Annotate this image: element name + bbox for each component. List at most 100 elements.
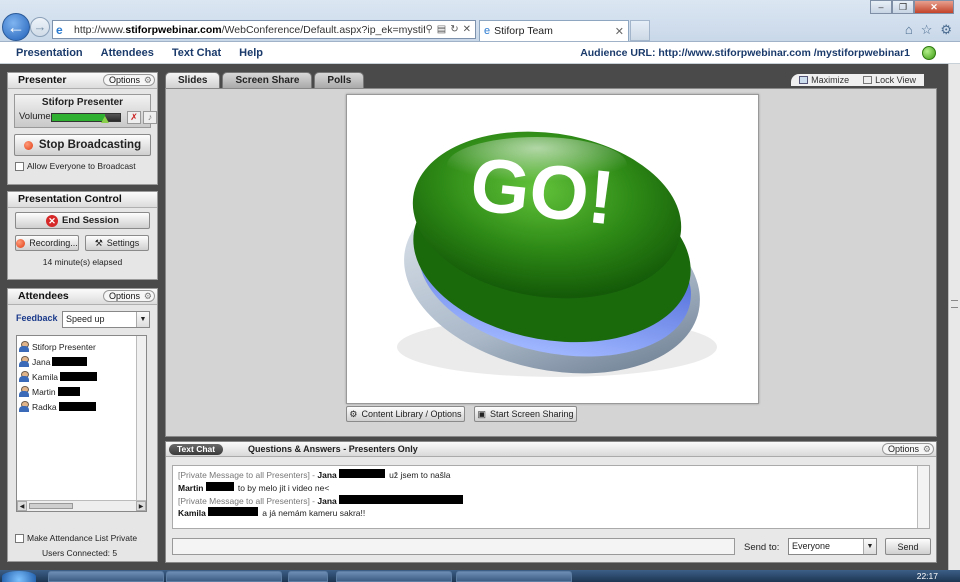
redacted-surname [52, 357, 88, 366]
home-icon[interactable]: ⌂ [905, 22, 913, 38]
favorites-star-icon[interactable]: ☆ [921, 22, 933, 38]
private-list-checkbox[interactable] [15, 533, 24, 543]
attendee-name: Stiforp Presenter [32, 341, 96, 352]
new-tab-button[interactable] [630, 20, 650, 41]
presenter-panel-header: Presenter Options ⚙ [8, 73, 157, 89]
allow-everyone-checkbox[interactable] [15, 161, 24, 171]
minimize-icon[interactable]: – [870, 0, 892, 14]
close-window-icon[interactable]: ✕ [914, 0, 954, 14]
menu-presentation[interactable]: Presentation [16, 47, 83, 59]
attendee-name: Radka [32, 401, 57, 412]
attendee-row[interactable]: Stiforp Presenter [17, 339, 146, 354]
tab-text-chat[interactable]: Text Chat [169, 444, 224, 455]
stage-tools: Maximize Lock View [791, 74, 924, 86]
browser-tab[interactable]: e Stiforp Team ✕ [479, 20, 629, 41]
send-to-select[interactable]: Everyone ▼ [788, 538, 877, 555]
maximize-button[interactable]: Maximize [799, 75, 849, 85]
back-icon[interactable]: ← [2, 13, 30, 41]
chat-options-button[interactable]: Options ⚙ [881, 443, 934, 455]
content-library-button[interactable]: ⚙ Content Library / Options [346, 406, 465, 422]
private-list-label: Make Attendance List Private [27, 533, 138, 543]
tab-slides[interactable]: Slides [165, 72, 221, 88]
attendee-list-vscrollbar[interactable] [136, 336, 146, 502]
app-menubar: Presentation Attendees Text Chat Help Au… [0, 42, 960, 64]
settings-button[interactable]: ⚒ Settings [85, 235, 149, 251]
gear-icon[interactable]: ⚙ [940, 22, 952, 38]
tab-polls[interactable]: Polls [314, 72, 365, 88]
chat-message: Kamila a já nemám kameru sakra!! [178, 507, 366, 519]
chat-log: [Private Message to all Presenters] - Ja… [172, 465, 930, 529]
scroll-right-icon[interactable]: ▶ [136, 501, 146, 511]
end-session-button[interactable]: ✕ End Session [15, 212, 150, 229]
window-controls: – ❐ ✕ [870, 0, 954, 14]
lock-view-button[interactable]: Lock View [863, 75, 916, 85]
url-text[interactable]: http://www.stiforpwebinar.com/WebConfere… [74, 24, 425, 36]
volume-slider-handle[interactable] [101, 116, 109, 123]
attendee-row[interactable]: Martin [17, 384, 146, 399]
attendee-list-hscrollbar[interactable]: ◀ ▶ [17, 500, 146, 511]
presentation-control-panel: Presentation Control ✕ End Session Recor… [7, 191, 158, 280]
settings-wrench-icon: ⚒ [94, 237, 103, 248]
menu-attendees[interactable]: Attendees [101, 47, 154, 59]
forward-icon[interactable]: → [30, 17, 50, 37]
attendee-row[interactable]: Jana [17, 354, 146, 369]
presentation-control-header: Presentation Control [8, 192, 157, 208]
start-button[interactable] [2, 571, 36, 582]
browser-tab-title: Stiforp Team [494, 25, 553, 37]
chat-message: Martin to by melo jit i video ne< [178, 481, 330, 493]
feedback-select[interactable]: Speed up ▼ [62, 311, 150, 328]
search-icon[interactable]: ⚲ [425, 24, 432, 35]
close-tab-icon[interactable]: ✕ [615, 25, 624, 38]
audience-url: Audience URL: http://www.stiforpwebinar.… [580, 47, 910, 59]
page-scrollbar[interactable] [948, 64, 960, 570]
compat-view-icon[interactable]: ▤ [437, 24, 446, 35]
recording-button[interactable]: Recording... [15, 235, 79, 251]
end-session-icon: ✕ [45, 214, 58, 227]
chat-header: Text Chat Questions & Answers - Presente… [166, 442, 936, 457]
stop-broadcasting-button[interactable]: Stop Broadcasting [14, 134, 151, 156]
presenter-options-button[interactable]: Options ⚙ [102, 74, 155, 86]
slide-go-text: GO! [467, 142, 619, 242]
volume-label: Volume: [19, 111, 54, 122]
ie-tab-icon: e [484, 25, 491, 37]
slide-stage: Maximize Lock View GO! ⚙ Content Library… [165, 74, 937, 437]
presentation-control-title: Presentation Control [18, 193, 122, 205]
gear-icon: ⚙ [143, 291, 152, 301]
taskbar-app[interactable] [456, 571, 572, 582]
elapsed-time: 14 minute(s) elapsed [42, 257, 123, 267]
chat-message: [Private Message to all Presenters] - Ja… [178, 469, 451, 480]
menu-text-chat[interactable]: Text Chat [172, 47, 221, 59]
send-button[interactable]: Send [885, 538, 931, 555]
menu-help[interactable]: Help [239, 47, 263, 59]
chevron-down-icon: ▼ [863, 539, 876, 554]
start-screen-sharing-button[interactable]: ▣ Start Screen Sharing [474, 406, 577, 422]
record-icon [16, 238, 26, 248]
attendee-row[interactable]: Radka [17, 399, 146, 414]
tab-screen-share[interactable]: Screen Share [222, 72, 313, 88]
chat-message: [Private Message to all Presenters] - Ja… [178, 494, 924, 508]
stop-icon[interactable]: ✕ [463, 24, 471, 35]
webinar-app: Presenter Options ⚙ Stiforp Presenter Vol… [0, 64, 948, 570]
users-connected: Users Connected: 5 [42, 548, 118, 558]
taskbar-app[interactable] [166, 571, 282, 582]
restore-icon[interactable]: ❐ [892, 0, 914, 14]
attendee-name: Jana [32, 356, 51, 367]
scroll-left-icon[interactable]: ◀ [17, 501, 27, 511]
scroll-grip[interactable] [951, 300, 958, 308]
presenter-panel-title: Presenter [18, 74, 67, 86]
hscroll-thumb[interactable] [29, 503, 73, 509]
taskbar-app[interactable] [336, 571, 452, 582]
taskbar-app[interactable] [288, 571, 328, 582]
volume-slider[interactable] [51, 113, 121, 122]
mic-mute-icon[interactable]: ✗ [127, 111, 141, 124]
attendees-options-button[interactable]: Options ⚙ [102, 290, 155, 302]
address-bar[interactable]: e http://www.stiforpwebinar.com/WebConfe… [52, 20, 476, 39]
refresh-icon[interactable]: ↻ [450, 24, 458, 35]
chat-log-scrollbar[interactable] [917, 466, 929, 528]
attendee-row[interactable]: Kamila [17, 369, 146, 384]
browser-chrome: ← → e http://www.stiforpwebinar.com/WebC… [0, 0, 960, 42]
taskbar-app[interactable] [48, 571, 164, 582]
speaker-icon[interactable]: ♪ [143, 111, 157, 124]
chat-message-input[interactable] [172, 538, 735, 555]
tab-questions-answers[interactable]: Questions & Answers - Presenters Only [248, 443, 418, 456]
